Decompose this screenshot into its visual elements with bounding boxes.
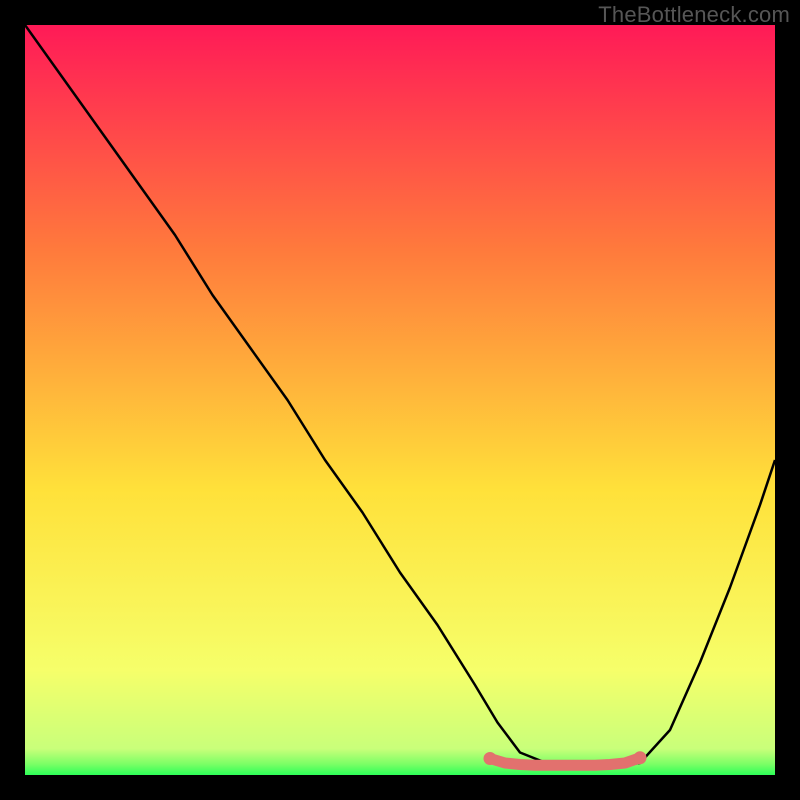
watermark-text: TheBottleneck.com bbox=[598, 2, 790, 28]
chart-frame: TheBottleneck.com bbox=[0, 0, 800, 800]
bottleneck-chart bbox=[25, 25, 775, 775]
gradient-background bbox=[25, 25, 775, 775]
flat-valley-marker-endpoint bbox=[484, 752, 497, 765]
flat-valley-marker-endpoint bbox=[634, 751, 647, 764]
plot-area bbox=[25, 25, 775, 775]
